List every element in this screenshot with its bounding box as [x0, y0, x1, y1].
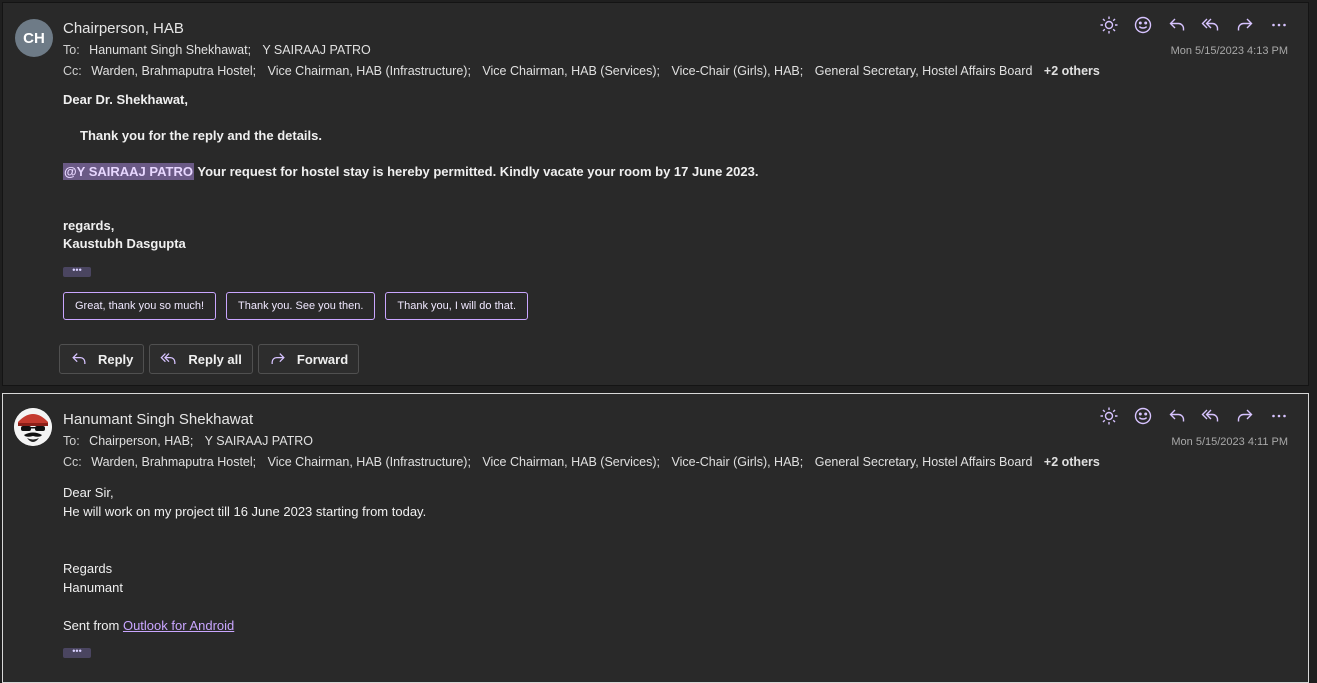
body-text: Thank you for the reply and the details.: [80, 128, 322, 143]
show-more-button[interactable]: •••: [63, 266, 91, 277]
avatar: [14, 408, 52, 446]
recipient[interactable]: Vice Chairman, HAB (Infrastructure);: [268, 455, 471, 469]
reply-icon[interactable]: [1166, 14, 1188, 36]
sent-from-line: Sent from Outlook for Android: [63, 618, 234, 633]
forward-label: Forward: [296, 351, 349, 367]
more-recipients-link[interactable]: +2 others: [1044, 64, 1100, 78]
more-icon[interactable]: [1268, 405, 1290, 427]
more-icon[interactable]: [1268, 14, 1290, 36]
to-label: To:: [63, 43, 80, 57]
reply-label: Reply: [98, 351, 134, 367]
body-text-span: Your request for hostel stay is hereby p…: [193, 164, 759, 179]
outlook-android-link[interactable]: Outlook for Android: [123, 618, 234, 633]
greeting: Dear Dr. Shekhawat,: [63, 92, 188, 107]
to-line: To: Hanumant Singh Shekhawat; Y SAIRAAJ …: [63, 43, 379, 57]
reply-all-icon[interactable]: [1200, 405, 1222, 427]
emoji-icon[interactable]: [1132, 14, 1154, 36]
body-text: He will work on my project till 16 June …: [63, 504, 427, 519]
suggested-reply[interactable]: Thank you, I will do that.: [385, 292, 529, 320]
body-text: @Y SAIRAAJ PATRO Your request for hostel…: [63, 163, 759, 180]
greeting: Dear Sir,: [63, 485, 114, 500]
sun-icon[interactable]: [1098, 14, 1120, 36]
recipient[interactable]: Vice-Chair (Girls), HAB;: [672, 64, 804, 78]
suggested-reply[interactable]: Thank you. See you then.: [226, 292, 376, 320]
to-line: To: Chairperson, HAB; Y SAIRAAJ PATRO: [63, 434, 321, 448]
cc-line: Cc: Warden, Brahmaputra Hostel; Vice Cha…: [63, 64, 1100, 78]
forward-button[interactable]: Forward: [257, 344, 360, 374]
recipient[interactable]: General Secretary, Hostel Affairs Board: [815, 455, 1033, 469]
reply-button-bar: Reply Reply all Forward: [59, 344, 360, 374]
recipient[interactable]: Vice Chairman, HAB (Infrastructure);: [268, 64, 471, 78]
to-label: To:: [63, 434, 80, 448]
message-actions: [1098, 14, 1290, 36]
reply-all-label: Reply all: [188, 351, 242, 367]
forward-icon[interactable]: [1234, 405, 1256, 427]
recipient[interactable]: Chairperson, HAB;: [89, 434, 193, 448]
message-date: Mon 5/15/2023 4:13 PM: [1170, 45, 1288, 57]
recipient[interactable]: Y SAIRAAJ PATRO: [262, 43, 370, 57]
reply-all-button[interactable]: Reply all: [149, 344, 253, 374]
suggested-replies: Great, thank you so much! Thank you. See…: [63, 292, 529, 320]
signature: Hanumant: [63, 580, 123, 595]
show-more-button[interactable]: •••: [63, 647, 91, 658]
recipient[interactable]: Vice Chairman, HAB (Services);: [482, 64, 660, 78]
mention-tag[interactable]: @Y SAIRAAJ PATRO: [63, 163, 194, 180]
cc-label: Cc:: [63, 64, 82, 78]
sender-name[interactable]: Hanumant Singh Shekhawat: [63, 411, 253, 428]
closing: regards,: [63, 218, 115, 233]
cc-line: Cc: Warden, Brahmaputra Hostel; Vice Cha…: [63, 455, 1100, 469]
reply-icon[interactable]: [1166, 405, 1188, 427]
reply-all-icon: [160, 353, 176, 364]
signature: Kaustubh Dasgupta: [63, 236, 186, 251]
forward-icon: [271, 353, 285, 364]
suggested-reply[interactable]: Great, thank you so much!: [63, 292, 217, 320]
reply-button[interactable]: Reply: [59, 344, 145, 374]
more-recipients-link[interactable]: +2 others: [1044, 455, 1100, 469]
recipient[interactable]: Warden, Brahmaputra Hostel;: [91, 455, 256, 469]
recipient[interactable]: Vice-Chair (Girls), HAB;: [672, 455, 804, 469]
emoji-icon[interactable]: [1132, 405, 1154, 427]
message-actions: [1098, 405, 1290, 427]
recipient[interactable]: General Secretary, Hostel Affairs Board: [815, 64, 1033, 78]
forward-icon[interactable]: [1234, 14, 1256, 36]
sun-icon[interactable]: [1098, 405, 1120, 427]
message-card-chairperson: CH Chairperson, HAB To: Hanumant Singh S…: [2, 2, 1309, 386]
sender-name[interactable]: Chairperson, HAB: [63, 20, 184, 37]
reply-all-icon[interactable]: [1200, 14, 1222, 36]
avatar: CH: [15, 19, 53, 57]
cc-label: Cc:: [63, 455, 82, 469]
closing: Regards: [63, 561, 113, 576]
sent-from-text: Sent from: [63, 618, 123, 633]
recipient[interactable]: Vice Chairman, HAB (Services);: [482, 455, 660, 469]
recipient[interactable]: Warden, Brahmaputra Hostel;: [91, 64, 256, 78]
recipient[interactable]: Hanumant Singh Shekhawat;: [89, 43, 251, 57]
reply-icon: [72, 353, 86, 364]
message-card-hanumant: Hanumant Singh Shekhawat To: Chairperson…: [2, 393, 1309, 683]
message-date: Mon 5/15/2023 4:11 PM: [1171, 436, 1288, 448]
recipient[interactable]: Y SAIRAAJ PATRO: [205, 434, 313, 448]
